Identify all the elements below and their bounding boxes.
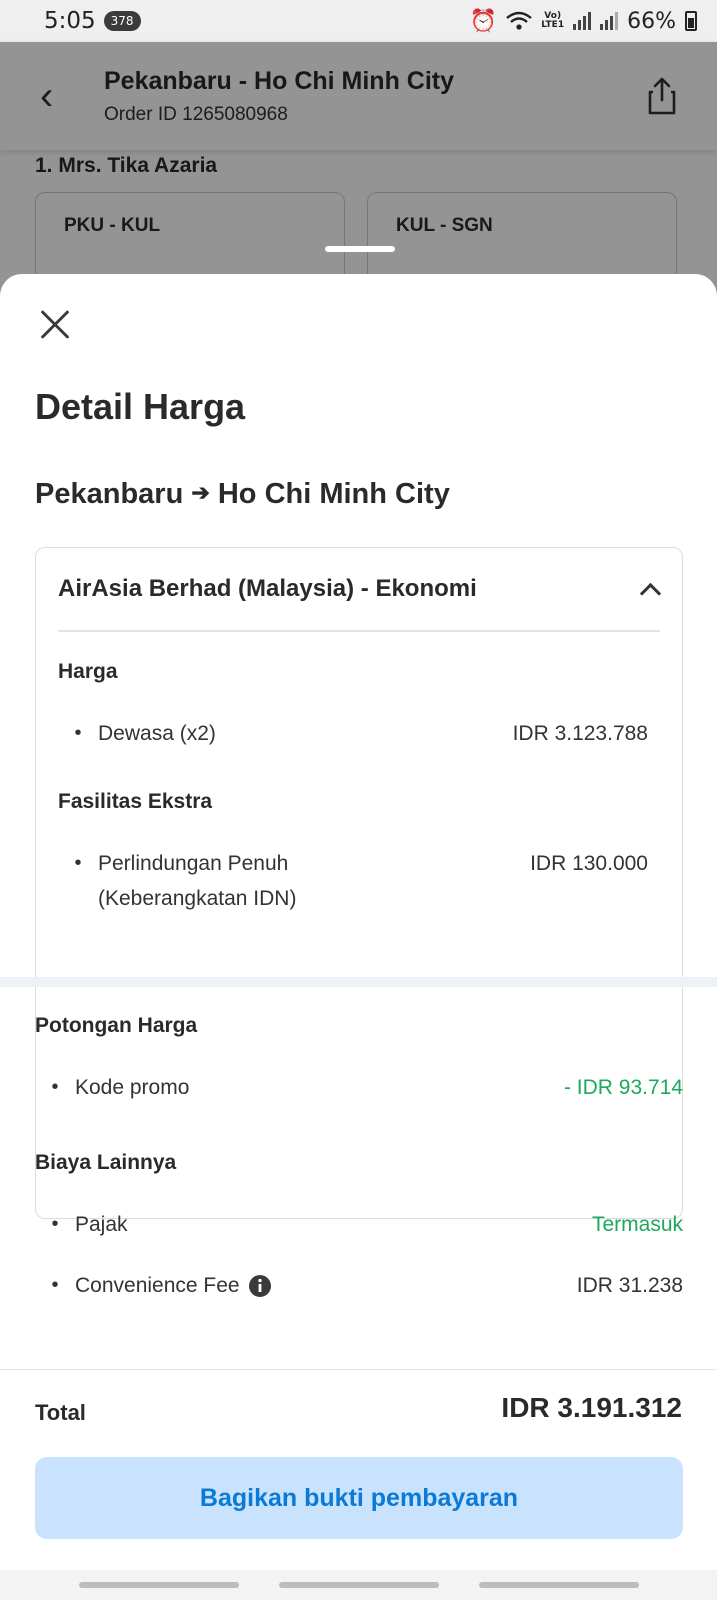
adult-label: Dewasa (x2) <box>98 722 216 745</box>
fee-label: Convenience Fee <box>75 1274 240 1297</box>
status-bar: 5:05 378 ⏰ Vo) LTE1 66% <box>0 0 717 42</box>
airline-label: AirAsia Berhad (Malaysia) - Ekonomi <box>58 575 477 602</box>
signal-icon <box>573 12 592 30</box>
price-detail-sheet: Detail Harga Pekanbaru ➔ Ho Chi Minh Cit… <box>0 274 717 1600</box>
promo-row: • Kode promo - IDR 93.714 <box>35 1070 683 1105</box>
harga-section-label: Harga <box>58 660 118 683</box>
discount-section-label: Potongan Harga <box>35 1014 198 1037</box>
volte-icon: Vo) LTE1 <box>541 11 565 30</box>
route-title: Pekanbaru ➔ Ho Chi Minh City <box>35 478 450 511</box>
bullet-icon: • <box>51 1076 59 1098</box>
chevron-up-icon[interactable] <box>638 578 660 600</box>
nav-back-button[interactable] <box>478 1582 639 1588</box>
battery-icon <box>685 11 697 31</box>
nav-recents-button[interactable] <box>78 1582 239 1588</box>
route-origin: Pekanbaru <box>35 478 184 510</box>
share-payment-proof-button[interactable]: Bagikan bukti pembayaran <box>35 1457 683 1539</box>
promo-label: Kode promo <box>75 1076 190 1099</box>
promo-value: - IDR 93.714 <box>563 1076 683 1099</box>
system-nav-bar <box>0 1570 717 1600</box>
total-value: IDR 3.191.312 <box>501 1392 682 1423</box>
convenience-fee-row: • Convenience Fee IDR 31.238 <box>35 1268 683 1303</box>
bullet-icon: • <box>74 722 82 744</box>
wifi-icon <box>506 11 533 30</box>
bullet-icon: • <box>51 1213 59 1235</box>
status-icons: ⏰ Vo) LTE1 66% <box>470 9 697 34</box>
extra-fare-row: • Perlindungan Penuh (Keberangkatan IDN)… <box>58 846 648 916</box>
section-divider <box>0 977 717 987</box>
extras-section-label: Fasilitas Ekstra <box>58 790 213 813</box>
tax-label: Pajak <box>75 1213 128 1236</box>
sheet-title: Detail Harga <box>35 386 246 427</box>
notification-count-badge: 378 <box>103 11 141 31</box>
extra-value: IDR 130.000 <box>530 852 648 875</box>
extra-label: Perlindungan Penuh (Keberangkatan IDN) <box>98 846 296 916</box>
status-time: 5:05 <box>44 8 96 34</box>
alarm-icon: ⏰ <box>469 8 498 34</box>
fee-value: IDR 31.238 <box>576 1274 683 1297</box>
bullet-icon: • <box>74 852 82 874</box>
tax-value: Termasuk <box>591 1213 683 1236</box>
battery-percent: 66% <box>627 8 676 34</box>
bullet-icon: • <box>51 1274 59 1296</box>
airline-header[interactable]: AirAsia Berhad (Malaysia) - Ekonomi <box>58 548 660 632</box>
sheet-drag-handle[interactable] <box>325 246 395 252</box>
extra-label-line1: Perlindungan Penuh <box>98 852 289 875</box>
route-arrow-icon: ➔ <box>191 480 210 505</box>
nav-home-button[interactable] <box>278 1582 439 1588</box>
tax-row: • Pajak Termasuk <box>35 1207 683 1242</box>
adult-fare-row: • Dewasa (x2) IDR 3.123.788 <box>58 716 648 751</box>
extra-label-line2: (Keberangkatan IDN) <box>98 887 297 910</box>
route-destination: Ho Chi Minh City <box>217 478 450 510</box>
adult-value: IDR 3.123.788 <box>512 722 648 745</box>
info-icon[interactable] <box>248 1274 272 1298</box>
total-label: Total <box>35 1400 86 1425</box>
other-fees-section-label: Biaya Lainnya <box>35 1151 177 1174</box>
fare-breakdown-card: AirAsia Berhad (Malaysia) - Ekonomi Harg… <box>35 547 683 1219</box>
signal-2-icon <box>600 12 619 30</box>
close-icon[interactable] <box>38 308 72 342</box>
total-divider <box>0 1369 717 1370</box>
